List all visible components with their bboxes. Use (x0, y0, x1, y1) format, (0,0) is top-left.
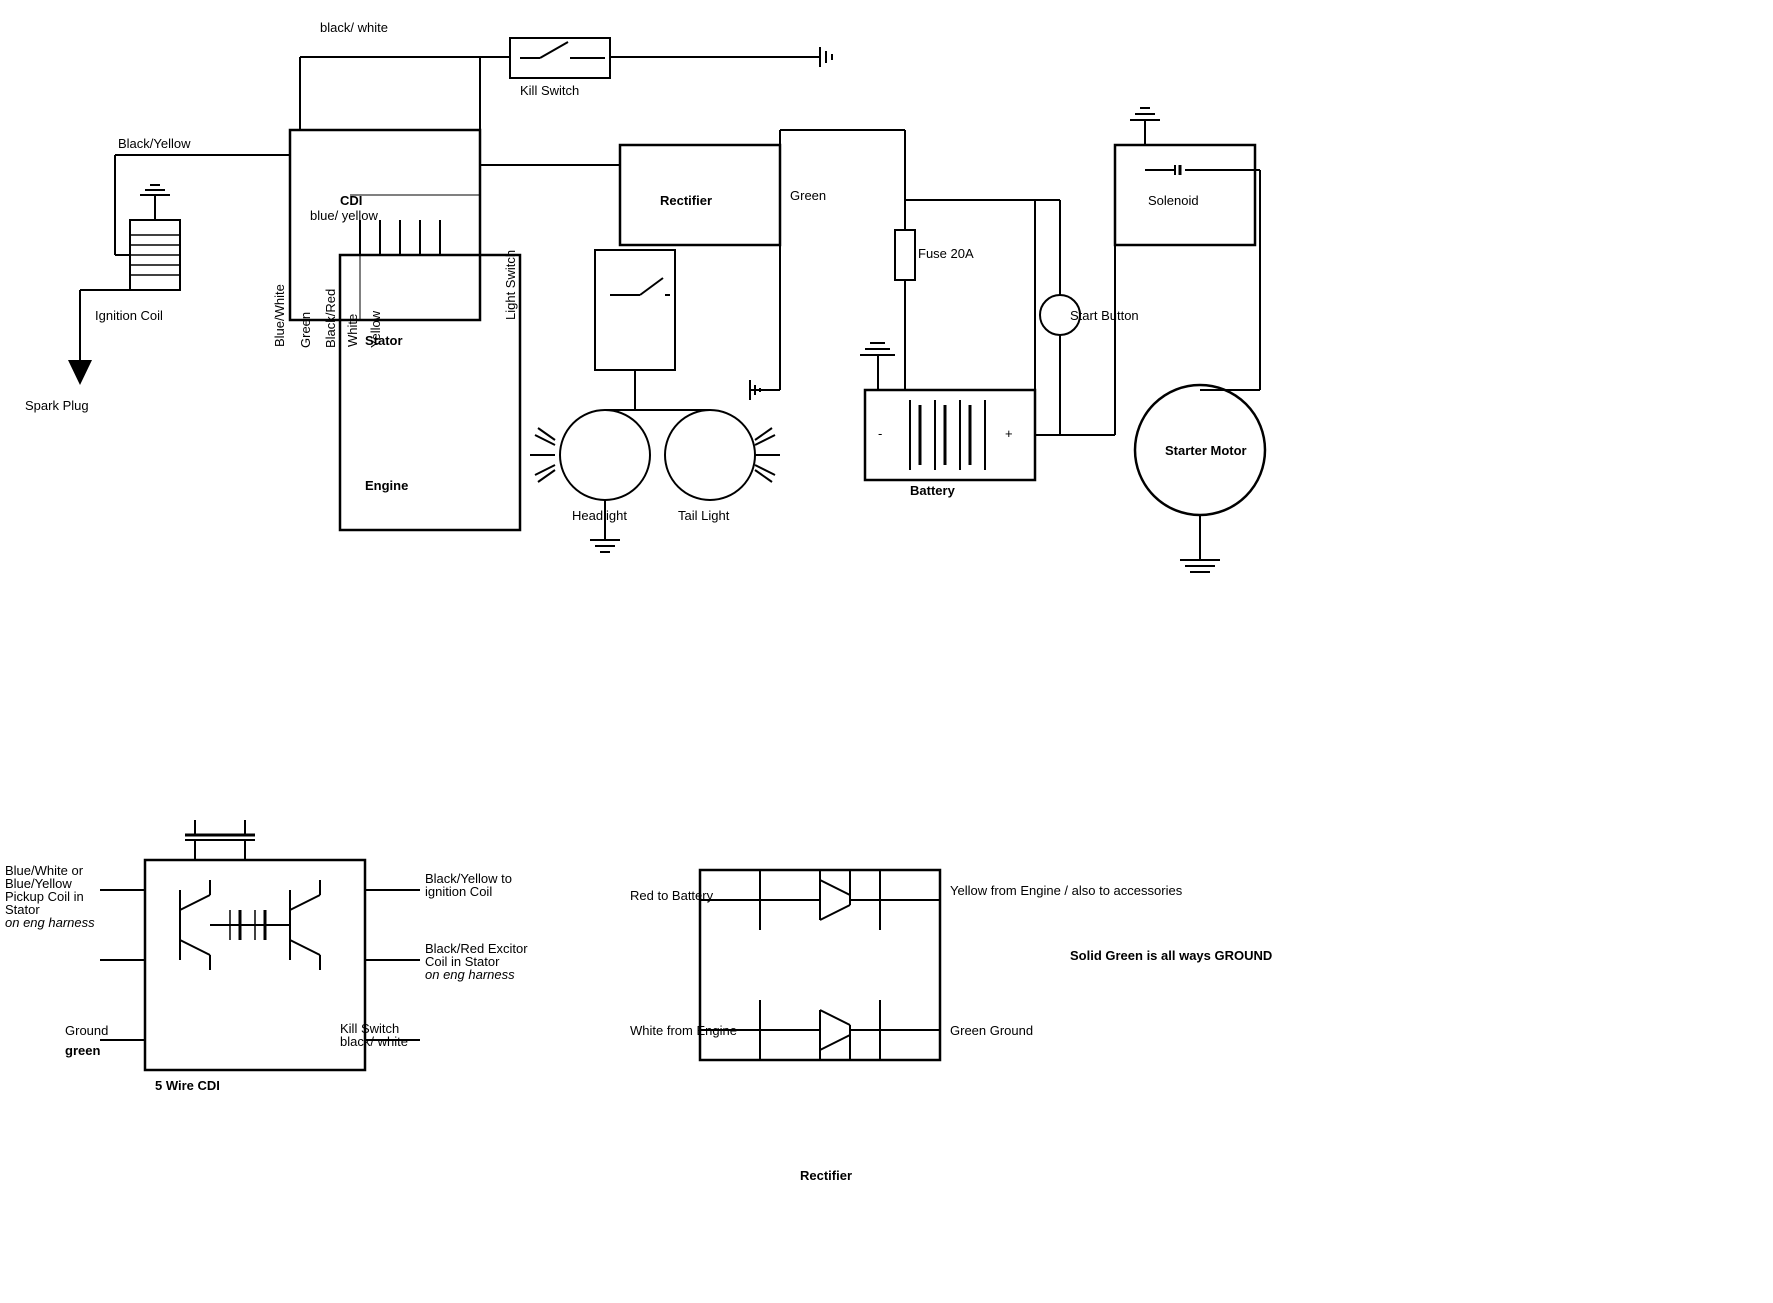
battery-plus: + (1005, 426, 1013, 441)
solid-green-label: Solid Green is all ways GROUND (1070, 948, 1272, 963)
black-yellow-label: Black/Yellow (118, 136, 191, 151)
cdi-ground-label: Ground (65, 1023, 108, 1038)
cdi-green-label: green (65, 1043, 100, 1058)
black-red-wire-label: Black/Red (323, 289, 338, 348)
rectifier-label: Rectifier (660, 193, 712, 208)
svg-text:on eng harness: on eng harness (5, 915, 95, 930)
green-wire-label: Green (298, 312, 313, 348)
start-button-label: Start Button (1070, 308, 1139, 323)
red-to-battery-label: Red to Battery (630, 888, 714, 903)
battery-minus: - (878, 426, 882, 441)
svg-text:on eng harness: on eng harness (425, 967, 515, 982)
spark-plug-label: Spark Plug (25, 398, 89, 413)
cdi-diagram-title: 5 Wire CDI (155, 1078, 220, 1093)
tail-light-label: Tail Light (678, 508, 730, 523)
rectifier-diagram-title: Rectifier (800, 1168, 852, 1183)
wiring-diagram: Kill Switch black/ white CDI blue/ yello… (0, 0, 1773, 1303)
white-from-engine-label: White from Engine (630, 1023, 737, 1038)
svg-text:ignition Coil: ignition Coil (425, 884, 492, 899)
fuse-label: Fuse 20A (918, 246, 974, 261)
blue-yellow-label: blue/ yellow (310, 208, 379, 223)
headlight-label: Headlight (572, 508, 627, 523)
kill-switch-label: Kill Switch (520, 83, 579, 98)
light-switch-label: Light Switch (503, 250, 518, 320)
solenoid-label: Solenoid (1148, 193, 1199, 208)
engine-label: Engine (365, 478, 408, 493)
black-white-label-top: black/ white (320, 20, 388, 35)
starter-motor-label: Starter Motor (1165, 443, 1247, 458)
svg-text:black/ white: black/ white (340, 1034, 408, 1049)
green-label-rectifier: Green (790, 188, 826, 203)
yellow-wire-label: Yellow (368, 310, 383, 348)
blue-white-wire-label: Blue/White (272, 284, 287, 347)
green-ground-label: Green Ground (950, 1023, 1033, 1038)
white-wire-label: White (345, 314, 360, 347)
ignition-coil-label: Ignition Coil (95, 308, 163, 323)
battery-label: Battery (910, 483, 956, 498)
yellow-from-engine-label: Yellow from Engine / also to accessories (950, 883, 1183, 898)
